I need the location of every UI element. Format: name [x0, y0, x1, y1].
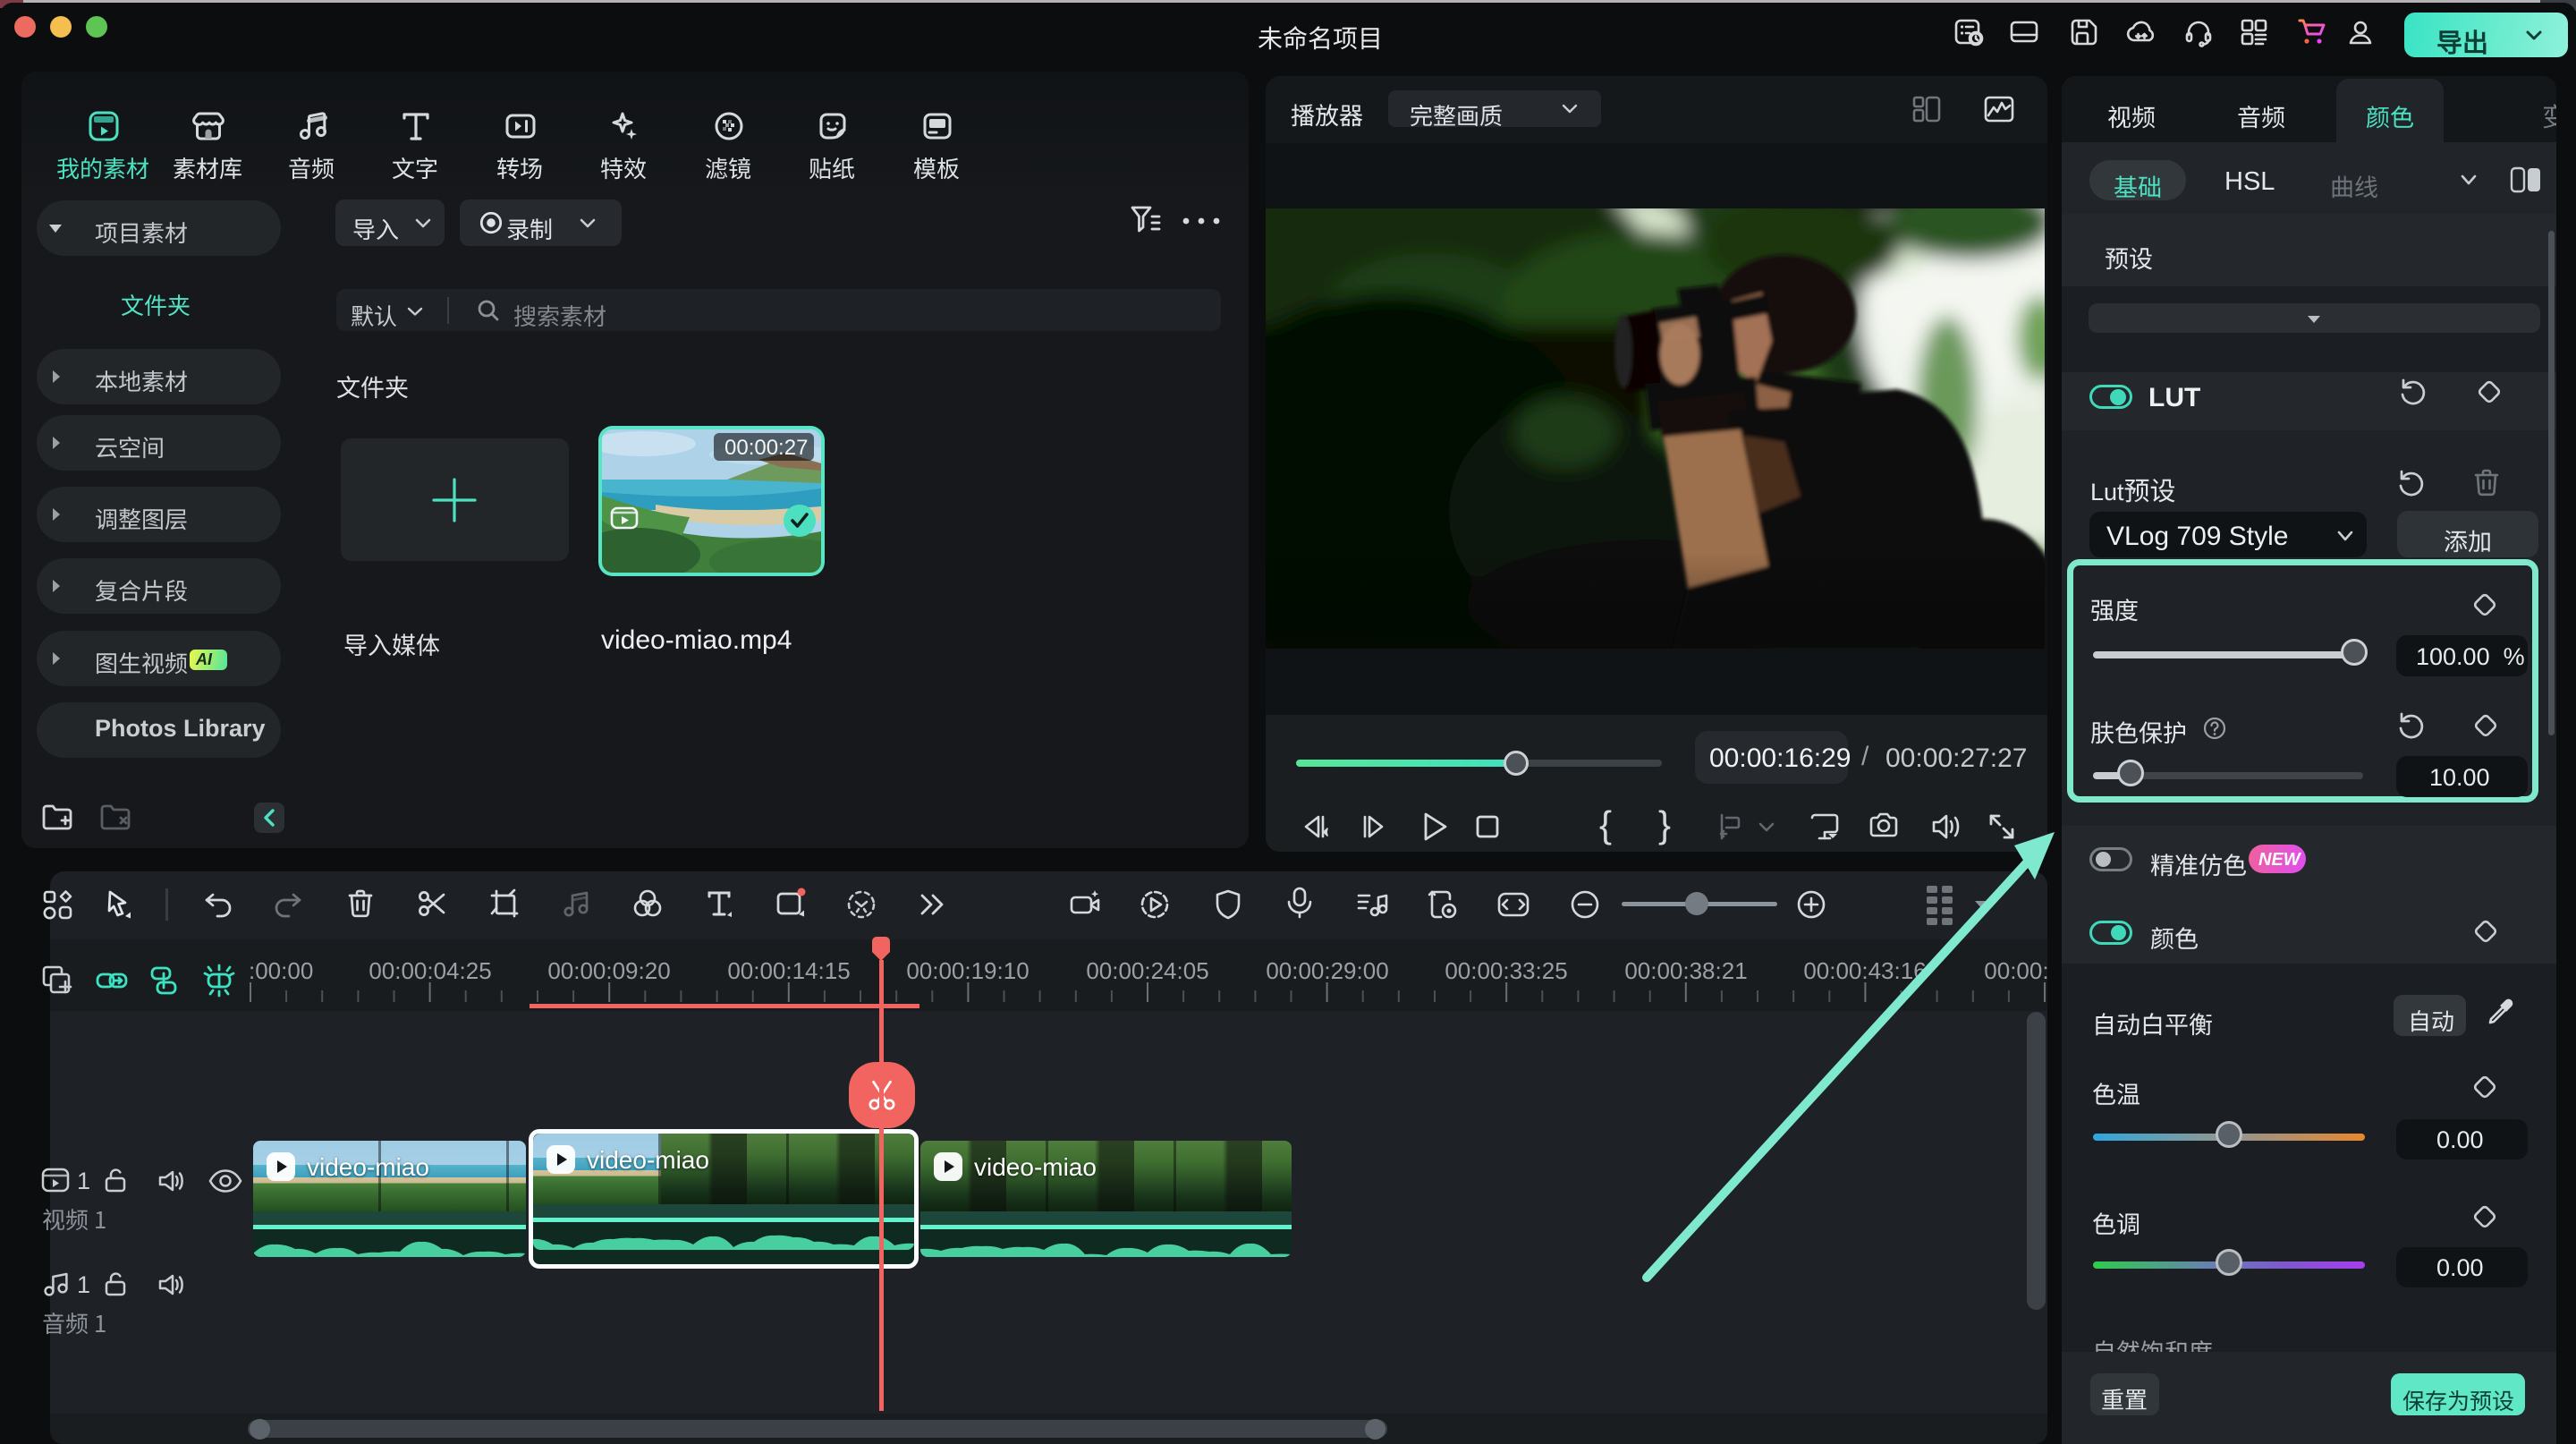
- svg-text:00:00:33:25: 00:00:33:25: [1445, 957, 1567, 984]
- svg-text:00:00:24:05: 00:00:24:05: [1086, 957, 1208, 984]
- svg-text:00:00:04:25: 00:00:04:25: [369, 957, 491, 984]
- svg-text:00:00:29:00: 00:00:29:00: [1266, 957, 1388, 984]
- svg-text:00:00:09:20: 00:00:09:20: [547, 957, 670, 984]
- svg-text:00:00:14:15: 00:00:14:15: [727, 957, 850, 984]
- svg-text::00:00: :00:00: [249, 957, 313, 984]
- svg-text:00:00:19:10: 00:00:19:10: [906, 957, 1029, 984]
